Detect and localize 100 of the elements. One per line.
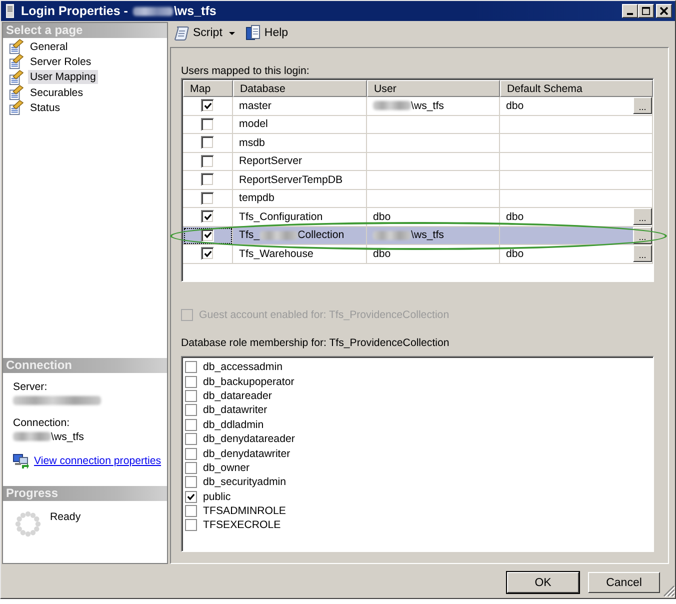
role-checkbox[interactable]	[185, 505, 197, 518]
table-cell: Collection	[298, 229, 344, 242]
table-row[interactable]: ReportServerTempDB	[183, 171, 653, 190]
spinner-icon	[15, 511, 41, 537]
cancel-button[interactable]: Cancel	[588, 572, 660, 593]
role-label: db_backupoperator	[203, 376, 294, 388]
server-icon	[6, 4, 14, 18]
map-checkbox[interactable]	[201, 228, 214, 242]
view-connection-link[interactable]: View connection properties	[34, 455, 162, 467]
table-row[interactable]: tempdb	[183, 190, 653, 208]
table-row[interactable]: Tfs_ Collection \ws_tfs ...	[183, 226, 653, 245]
table-cell: dbo	[373, 248, 391, 260]
page-item[interactable]: Server Roles	[28, 54, 94, 69]
sheet-pencil-icon	[8, 85, 24, 100]
status-text: Ready	[50, 511, 81, 523]
field-label: Server:	[13, 381, 48, 394]
window-title: Login Properties -	[21, 4, 128, 18]
map-checkbox[interactable]	[201, 99, 214, 112]
section-label: Database role membership for: Tfs_ProvidenceCollection	[181, 336, 450, 350]
role-label: public	[203, 490, 231, 503]
table-cell: model	[239, 118, 268, 130]
book-icon	[245, 25, 262, 41]
role-label: db_datawriter	[203, 404, 268, 416]
close-button[interactable]	[656, 4, 672, 18]
page-item[interactable]: Securables	[28, 86, 85, 100]
table-cell: ReportServerTempDB	[239, 174, 343, 186]
table-row[interactable]: Tfs_Warehouse dbo dbo ...	[183, 245, 653, 264]
role-label: db_denydatawriter	[203, 448, 290, 460]
role-checkbox[interactable]	[185, 519, 197, 532]
map-checkbox[interactable]	[201, 118, 214, 131]
sheet-pencil-icon	[8, 54, 24, 70]
map-checkbox[interactable]	[201, 192, 214, 205]
table-cell: \ws_tfs	[411, 229, 444, 242]
sheet-pencil-icon	[8, 70, 24, 85]
column-header[interactable]: Map	[183, 80, 233, 97]
checkbox-label: Guest account enabled for: Tfs_ProvidenceCollection	[199, 309, 450, 321]
maximize-button[interactable]	[638, 4, 654, 18]
role-label: db_denydatareader	[203, 433, 295, 446]
page-item[interactable]: General	[28, 40, 70, 54]
window-title: \ws_tfs	[174, 4, 216, 18]
map-checkbox[interactable]	[201, 154, 214, 168]
script-button[interactable]: Script	[172, 24, 238, 42]
table-cell: msdb	[239, 136, 265, 149]
map-checkbox[interactable]	[201, 210, 214, 224]
column-header[interactable]: Database	[233, 80, 367, 97]
blurred-text	[373, 101, 411, 110]
role-checkbox[interactable]	[185, 433, 197, 446]
table-cell: ReportServer	[239, 155, 302, 168]
column-header[interactable]: Default Schema	[500, 80, 653, 97]
browse-button[interactable]: ...	[633, 208, 652, 226]
browse-button[interactable]: ...	[633, 97, 652, 114]
role-checkbox[interactable]	[185, 462, 197, 474]
map-checkbox[interactable]	[201, 173, 214, 186]
computers-icon	[13, 453, 29, 469]
table-cell: Tfs_Warehouse	[239, 248, 314, 260]
help-button[interactable]: Help	[243, 24, 290, 42]
role-checkbox[interactable]	[185, 418, 197, 431]
minimize-button[interactable]	[622, 4, 638, 18]
table-cell: dbo	[506, 210, 524, 223]
table-cell: \ws_tfs	[411, 100, 444, 112]
table-row[interactable]: msdb	[183, 134, 653, 152]
resize-grip-icon[interactable]	[663, 585, 675, 597]
table-cell: dbo	[506, 248, 524, 260]
role-checkbox[interactable]	[185, 490, 197, 503]
section-header: Select a page	[3, 23, 167, 38]
blurred-text	[13, 432, 51, 441]
ok-button[interactable]: OK	[507, 572, 579, 593]
page-item[interactable]: Status	[28, 100, 62, 115]
caret-icon	[229, 32, 236, 34]
map-checkbox[interactable]	[201, 136, 214, 150]
page-item[interactable]: User Mapping	[28, 70, 98, 84]
role-checkbox[interactable]	[185, 448, 197, 460]
blurred-text	[373, 230, 411, 240]
role-checkbox[interactable]	[185, 476, 197, 488]
role-label: TFSEXECROLE	[203, 519, 281, 532]
maximize-icon	[642, 7, 650, 15]
map-checkbox[interactable]	[201, 247, 214, 260]
browse-button[interactable]: ...	[633, 245, 652, 262]
field-label: Connection:	[13, 417, 71, 430]
section-label: Users mapped to this login:	[181, 64, 310, 78]
role-label: db_datareader	[203, 390, 272, 402]
role-checkbox[interactable]	[185, 404, 197, 416]
section-header: Connection	[3, 358, 167, 373]
connection-name: \ws_tfs	[51, 430, 84, 442]
table-row[interactable]: master \ws_tfs dbo ...	[183, 97, 653, 116]
blurred-text	[260, 230, 298, 240]
table-cell: Tfs_Configuration	[239, 210, 323, 223]
role-checkbox[interactable]	[185, 361, 197, 374]
role-label: db_ddladmin	[203, 418, 264, 431]
table-cell: master	[239, 100, 272, 112]
scroll-icon	[174, 25, 190, 41]
role-checkbox[interactable]	[185, 376, 197, 388]
table-row[interactable]: model	[183, 116, 653, 134]
table-cell: Tfs_	[239, 229, 260, 242]
table-cell: tempdb	[239, 192, 274, 204]
table-row[interactable]: ReportServer	[183, 152, 653, 171]
role-checkbox[interactable]	[185, 390, 197, 402]
column-header[interactable]: User	[367, 80, 500, 97]
sheet-pencil-icon	[8, 100, 24, 116]
role-label: db_accessadmin	[203, 361, 282, 374]
